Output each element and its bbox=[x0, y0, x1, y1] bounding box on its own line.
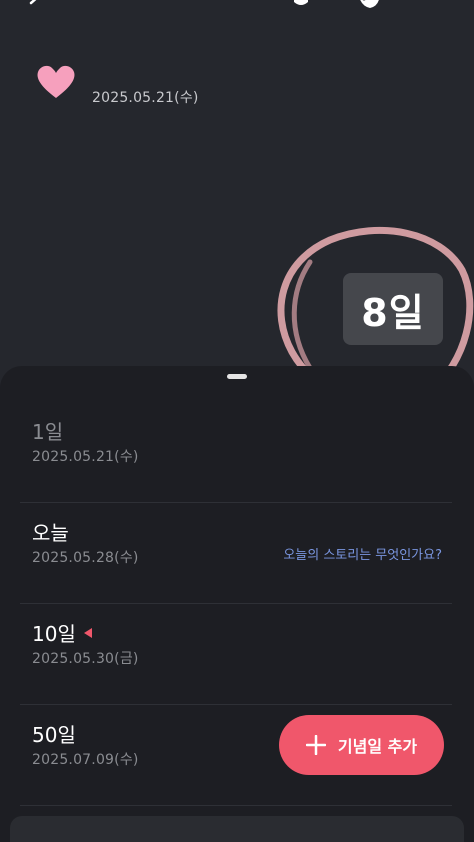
anniversary-sheet[interactable]: 1일 2025.05.21(수) 오늘 2025.05.28(수) 오늘의 스토… bbox=[0, 366, 474, 842]
item-title-wrap: 10일 bbox=[32, 618, 92, 647]
dday-label: 8일 bbox=[361, 290, 425, 335]
item-date: 2025.05.28(수) bbox=[32, 550, 139, 566]
list-item[interactable]: 1일 2025.05.21(수) bbox=[20, 402, 452, 503]
bell-icon[interactable] bbox=[290, 0, 312, 12]
story-link[interactable]: 오늘의 스토리는 무엇인가요? bbox=[283, 544, 442, 563]
item-date: 2025.07.09(수) bbox=[32, 752, 139, 768]
top-bar bbox=[0, 0, 474, 20]
add-button-label: 기념일 추가 bbox=[337, 737, 418, 756]
add-anniversary-button[interactable]: 기념일 추가 bbox=[279, 715, 444, 775]
item-date: 2025.05.30(금) bbox=[32, 651, 139, 667]
bottom-card bbox=[10, 816, 464, 842]
plus-icon bbox=[305, 735, 326, 755]
heart-icon bbox=[37, 65, 75, 98]
marker-icon bbox=[83, 627, 92, 638]
list-item[interactable]: 10일 2025.05.30(금) bbox=[20, 604, 452, 705]
item-title: 50일 bbox=[32, 723, 76, 747]
more-icon[interactable] bbox=[426, 0, 450, 6]
item-title: 10일 bbox=[32, 622, 76, 646]
chevron-left-icon[interactable] bbox=[26, 0, 44, 12]
item-title: 오늘 bbox=[32, 521, 69, 545]
item-date: 2025.05.21(수) bbox=[32, 449, 139, 465]
item-title: 1일 bbox=[32, 420, 64, 444]
dday-badge: 8일 bbox=[343, 273, 443, 345]
list-item[interactable]: 오늘 2025.05.28(수) 오늘의 스토리는 무엇인가요? bbox=[20, 503, 452, 604]
sheet-handle[interactable] bbox=[227, 374, 247, 379]
palette-icon[interactable] bbox=[356, 0, 382, 12]
start-date: 2025.05.21(수) bbox=[92, 90, 199, 106]
